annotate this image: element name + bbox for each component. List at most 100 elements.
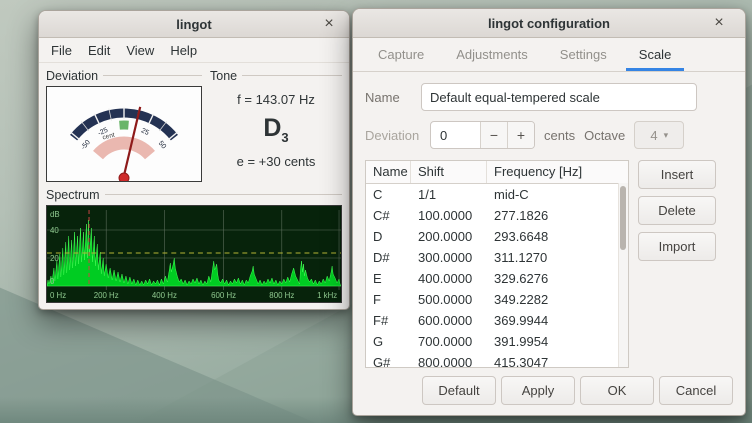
config-window-title: lingot configuration xyxy=(488,16,610,31)
frequency-cell: 349.2282 xyxy=(487,292,628,307)
note-cell: D xyxy=(366,229,411,244)
config-tabbar: Capture Adjustments Settings Scale xyxy=(353,38,745,72)
tab-adjustments[interactable]: Adjustments xyxy=(443,38,541,71)
dialog-action-area: Default Apply OK Cancel xyxy=(353,368,745,415)
minus-icon[interactable]: − xyxy=(480,122,507,148)
frame-divider xyxy=(103,75,202,76)
main-content: Deviation xyxy=(39,63,349,303)
apply-button[interactable]: Apply xyxy=(501,376,575,405)
gauge-graphic: -50 -25 25 50 cent xyxy=(47,87,201,181)
cents-label: cents xyxy=(544,128,575,143)
column-header-shift[interactable]: Shift xyxy=(411,161,487,183)
table-row[interactable]: D 200.0000 293.6648 xyxy=(366,226,628,247)
default-button[interactable]: Default xyxy=(422,376,496,405)
scale-tab-panel: Name Deviation 0 − + cents Octave 4 ▾ xyxy=(353,72,745,368)
frame-divider xyxy=(242,75,342,76)
note-cell: F xyxy=(366,292,411,307)
cancel-button[interactable]: Cancel xyxy=(659,376,733,405)
menu-view[interactable]: View xyxy=(119,41,161,60)
frequency-cell: 415.3047 xyxy=(487,355,628,368)
table-action-buttons: Insert Delete Import xyxy=(638,160,716,368)
menu-edit[interactable]: Edit xyxy=(81,41,117,60)
octave-dropdown[interactable]: 4 ▾ xyxy=(634,121,684,149)
config-window-titlebar[interactable]: lingot configuration × xyxy=(353,9,745,38)
table-scrollbar[interactable] xyxy=(618,183,628,367)
frequency-cell: 277.1826 xyxy=(487,208,628,223)
table-row[interactable]: G# 800.0000 415.3047 xyxy=(366,352,628,368)
tab-settings[interactable]: Settings xyxy=(547,38,620,71)
column-header-name[interactable]: Name xyxy=(366,161,411,183)
frequency-cell: 293.6648 xyxy=(487,229,628,244)
deviation-value[interactable]: 0 xyxy=(431,122,480,148)
shift-cell: 1/1 xyxy=(411,187,487,202)
close-icon[interactable]: × xyxy=(709,13,729,33)
frequency-cell: 311.1270 xyxy=(487,250,628,265)
tone-frame-label: Tone xyxy=(210,69,237,83)
menu-file[interactable]: File xyxy=(44,41,79,60)
shift-cell: 300.0000 xyxy=(411,250,487,265)
scale-name-input[interactable] xyxy=(421,83,697,111)
table-row[interactable]: E 400.0000 329.6276 xyxy=(366,268,628,289)
chevron-down-icon: ▾ xyxy=(664,130,669,141)
table-header-row: Name Shift Frequency [Hz] xyxy=(366,161,628,184)
frequency-cell: 329.6276 xyxy=(487,271,628,286)
ok-button[interactable]: OK xyxy=(580,376,654,405)
table-row[interactable]: C# 100.0000 277.1826 xyxy=(366,205,628,226)
lingot-config-window: lingot configuration × Capture Adjustmen… xyxy=(352,8,746,416)
table-row[interactable]: F# 600.0000 369.9944 xyxy=(366,310,628,331)
note-cell: E xyxy=(366,271,411,286)
import-button[interactable]: Import xyxy=(638,232,716,261)
frequency-cell: mid-C xyxy=(487,187,628,202)
note-octave: 3 xyxy=(281,130,288,145)
insert-button[interactable]: Insert xyxy=(638,160,716,189)
spectrum-frame-label: Spectrum xyxy=(46,188,100,202)
shift-cell: 100.0000 xyxy=(411,208,487,223)
deviation-label: Deviation xyxy=(365,128,421,143)
gauge-needle-pivot xyxy=(119,173,129,181)
shift-cell: 600.0000 xyxy=(411,313,487,328)
desktop: lingot × File Edit View Help Deviation xyxy=(0,0,752,423)
shift-cell: 500.0000 xyxy=(411,292,487,307)
octave-value: 4 xyxy=(650,128,657,143)
y-tick-40: 40 xyxy=(50,226,59,235)
shift-cell: 200.0000 xyxy=(411,229,487,244)
deviation-frame: Deviation xyxy=(46,67,202,182)
main-window-titlebar[interactable]: lingot × xyxy=(39,11,349,38)
spectrum-plot: dB 40 20 0 0 Hz 200 Hz 400 Hz 600 Hz 800… xyxy=(46,205,342,303)
note-cell: D# xyxy=(366,250,411,265)
frequency-cell: 369.9944 xyxy=(487,313,628,328)
delete-button[interactable]: Delete xyxy=(638,196,716,225)
x-tick-600hz: 600 Hz xyxy=(211,291,236,300)
x-tick-200hz: 200 Hz xyxy=(94,291,119,300)
plus-icon[interactable]: + xyxy=(507,122,534,148)
table-row[interactable]: G 700.0000 391.9954 xyxy=(366,331,628,352)
y-tick-0: 0 xyxy=(50,277,55,286)
y-axis-unit: dB xyxy=(50,210,60,219)
tab-scale[interactable]: Scale xyxy=(626,38,685,71)
shift-cell: 400.0000 xyxy=(411,271,487,286)
menu-help[interactable]: Help xyxy=(163,41,204,60)
note-cell: F# xyxy=(366,313,411,328)
shift-cell: 700.0000 xyxy=(411,334,487,349)
table-row[interactable]: C 1/1 mid-C xyxy=(366,184,628,205)
menubar: File Edit View Help xyxy=(39,38,349,63)
table-row[interactable]: D# 300.0000 311.1270 xyxy=(366,247,628,268)
shift-cell: 800.0000 xyxy=(411,355,487,368)
spectrum-graphic: dB 40 20 0 0 Hz 200 Hz 400 Hz 600 Hz 800… xyxy=(47,206,341,302)
column-header-frequency[interactable]: Frequency [Hz] xyxy=(487,161,628,183)
deviation-spinbox: 0 − + xyxy=(430,121,535,149)
cents-error-readout: e = +30 cents xyxy=(210,154,342,169)
name-field-label: Name xyxy=(365,90,421,105)
tab-capture[interactable]: Capture xyxy=(365,38,437,71)
frame-divider xyxy=(105,194,343,195)
close-icon[interactable]: × xyxy=(319,14,339,34)
note-cell: C xyxy=(366,187,411,202)
x-tick-800hz: 800 Hz xyxy=(269,291,294,300)
frequency-readout: f = 143.07 Hz xyxy=(210,92,342,107)
spectrum-frame: Spectrum xyxy=(46,186,342,303)
table-row[interactable]: F 500.0000 349.2282 xyxy=(366,289,628,310)
note-cell: C# xyxy=(366,208,411,223)
scrollbar-thumb[interactable] xyxy=(620,186,626,250)
main-window-title: lingot xyxy=(176,17,211,32)
note-name: D xyxy=(263,114,281,142)
